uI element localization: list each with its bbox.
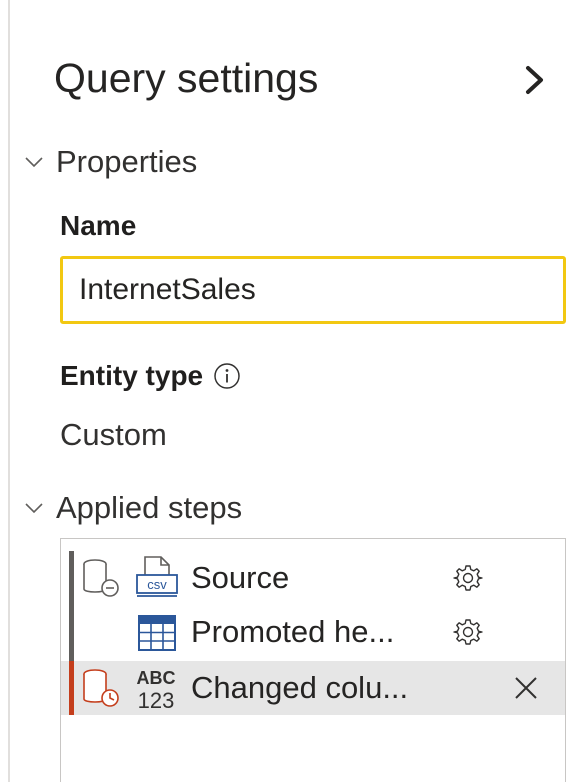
selected-step-bar <box>69 661 74 715</box>
applied-steps-section-label: Applied steps <box>56 490 243 525</box>
applied-steps-section-toggle[interactable]: Applied steps <box>22 488 242 528</box>
step-label: Source <box>191 560 290 595</box>
applied-steps-list: csv Source Promoted he... ABC 123 Change… <box>60 538 566 782</box>
entity-type-value: Custom <box>60 417 167 452</box>
gear-icon[interactable] <box>453 617 483 647</box>
info-icon[interactable] <box>213 362 241 390</box>
close-icon[interactable] <box>511 673 541 703</box>
step-changed-column-type[interactable]: ABC 123 Changed colu... <box>61 661 565 715</box>
step-source[interactable]: csv Source <box>61 551 565 661</box>
svg-text:ABC: ABC <box>137 668 176 688</box>
collapse-pane-button[interactable] <box>515 58 555 102</box>
pane-title: Query settings <box>54 55 319 101</box>
query-settings-pane: Query settings Properties Name Entity ty… <box>0 0 579 782</box>
step-label: Changed colu... <box>191 670 409 705</box>
csv-file-icon: csv <box>136 556 178 597</box>
chevron-down-icon <box>22 150 46 174</box>
properties-section-toggle[interactable]: Properties <box>22 142 197 182</box>
abc-123-type-icon: ABC 123 <box>137 668 176 713</box>
table-icon <box>138 615 176 651</box>
properties-section-label: Properties <box>56 144 198 179</box>
chevron-down-icon <box>22 496 46 520</box>
entity-type-label-row: Entity type <box>60 358 241 394</box>
pane-left-border <box>8 0 10 782</box>
entity-type-label: Entity type <box>60 360 204 391</box>
svg-text:123: 123 <box>138 688 175 713</box>
step-label: Promoted he... <box>191 614 395 649</box>
name-field-label: Name <box>60 210 137 241</box>
data-source-icon <box>83 559 119 597</box>
step-promoted-headers[interactable]: Promoted he... <box>61 605 565 659</box>
step-history-icon <box>83 669 119 707</box>
query-name-input[interactable] <box>60 256 566 324</box>
svg-text:csv: csv <box>147 577 167 592</box>
chevron-right-icon <box>526 66 543 94</box>
gear-icon[interactable] <box>453 563 483 593</box>
